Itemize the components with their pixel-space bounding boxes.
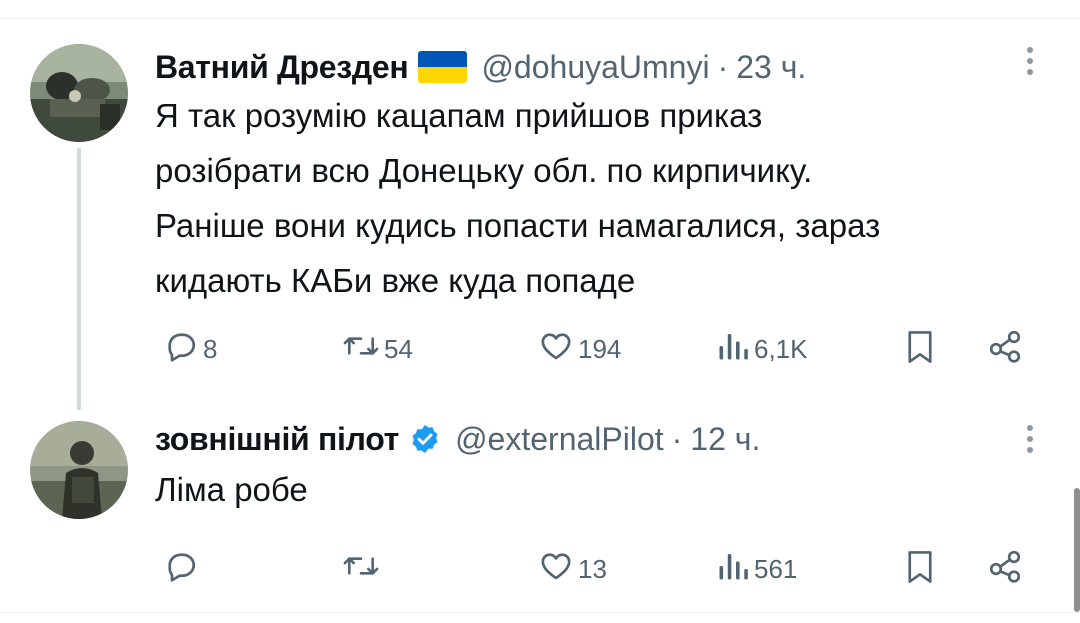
like-count: 194 [578, 334, 622, 364]
reply-button[interactable] [163, 548, 203, 591]
repost-button[interactable] [342, 548, 384, 591]
like-count: 13 [578, 554, 607, 584]
avatar[interactable] [30, 421, 128, 519]
reply-icon [163, 328, 199, 371]
heart-icon [538, 328, 574, 371]
heart-icon [538, 548, 574, 591]
tweet-text: Ліма робе [155, 462, 1055, 517]
bookmark-icon [902, 548, 938, 593]
bookmark-button[interactable] [902, 548, 938, 593]
more-vertical-icon[interactable] [1020, 420, 1040, 460]
reply-icon [163, 548, 199, 591]
tweet-text-line: Ліма робе [155, 471, 308, 508]
scrollbar-thumb[interactable] [1074, 488, 1080, 612]
views-count: 6,1K [754, 334, 808, 364]
views-icon [716, 548, 750, 591]
views-icon [716, 328, 750, 371]
views-count: 561 [754, 554, 798, 584]
timestamp[interactable]: 12 ч. [690, 421, 760, 458]
share-icon [986, 548, 1024, 591]
verified-check-icon [409, 423, 441, 455]
repost-count: 54 [384, 334, 413, 364]
tweet-actions: 8 54 194 6,1K [0, 326, 1080, 366]
share-button[interactable] [986, 328, 1024, 371]
like-button[interactable]: 194 [538, 328, 621, 371]
author-name[interactable]: зовнішній пілот [155, 421, 399, 458]
bookmark-icon [902, 328, 938, 373]
views-button[interactable]: 561 [716, 548, 797, 591]
tweet-text-line: кидають КАБи вже куда попаде [155, 262, 636, 299]
author-handle[interactable]: @externalPilot [455, 421, 664, 458]
share-button[interactable] [986, 548, 1024, 591]
tweet-actions: 13 561 [0, 546, 1080, 586]
bookmark-button[interactable] [902, 328, 938, 373]
repost-button[interactable]: 54 [342, 328, 413, 371]
repost-icon [342, 548, 380, 591]
tweet-2[interactable]: зовнішній пілот @externalPilot · 12 ч. Л… [0, 0, 1080, 584]
reply-button[interactable]: 8 [163, 328, 217, 371]
repost-icon [342, 328, 380, 371]
share-icon [986, 328, 1024, 371]
tweet-header: зовнішній пілот @externalPilot · 12 ч. [155, 414, 760, 464]
separator-dot: · [671, 420, 683, 457]
bottom-divider [0, 612, 1080, 613]
like-button[interactable]: 13 [538, 548, 607, 591]
views-button[interactable]: 6,1K [716, 328, 808, 371]
reply-count: 8 [203, 334, 218, 364]
